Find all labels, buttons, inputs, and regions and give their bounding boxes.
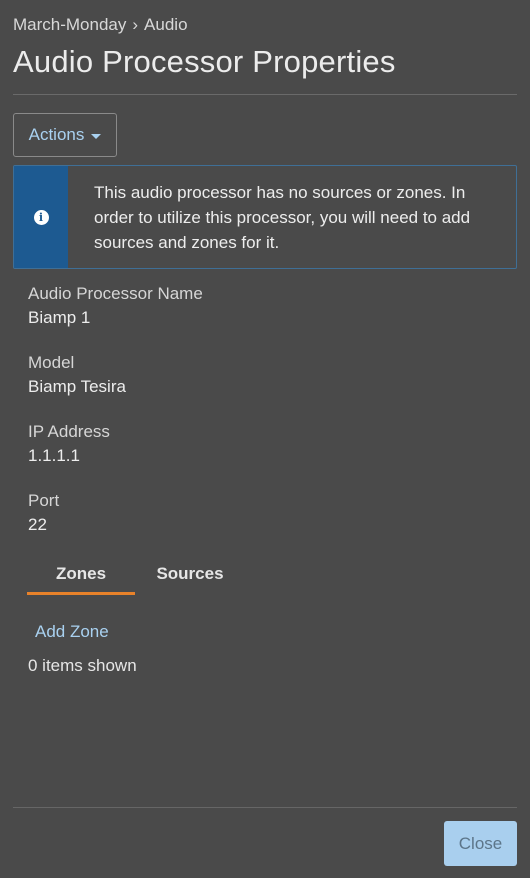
caret-down-icon bbox=[91, 133, 102, 139]
header-divider bbox=[13, 94, 517, 95]
field-audio-processor-name: Audio Processor Name Biamp 1 bbox=[28, 283, 203, 329]
tab-sources[interactable]: Sources bbox=[135, 560, 245, 595]
breadcrumb-item-parent[interactable]: March-Monday bbox=[13, 15, 126, 34]
field-value: Biamp Tesira bbox=[28, 377, 126, 396]
field-port: Port 22 bbox=[28, 490, 59, 536]
breadcrumb-item-current[interactable]: Audio bbox=[144, 15, 187, 34]
field-label: Audio Processor Name bbox=[28, 284, 203, 303]
field-label: IP Address bbox=[28, 422, 110, 441]
field-value: 22 bbox=[28, 515, 47, 534]
info-alert: i This audio processor has no sources or… bbox=[13, 165, 517, 269]
info-icon: i bbox=[33, 209, 49, 225]
tab-zones[interactable]: Zones bbox=[27, 560, 135, 595]
items-count: 0 items shown bbox=[28, 656, 137, 675]
page-title: Audio Processor Properties bbox=[13, 44, 396, 79]
field-ip-address: IP Address 1.1.1.1 bbox=[28, 421, 110, 467]
actions-button-label: Actions bbox=[28, 125, 85, 144]
field-model: Model Biamp Tesira bbox=[28, 352, 126, 398]
alert-message: This audio processor has no sources or z… bbox=[94, 183, 471, 252]
breadcrumb: March-Monday › Audio bbox=[13, 14, 188, 36]
close-button[interactable]: Close bbox=[444, 821, 517, 866]
field-value: 1.1.1.1 bbox=[28, 446, 80, 465]
field-label: Port bbox=[28, 491, 60, 510]
actions-dropdown-button[interactable]: Actions bbox=[13, 113, 117, 157]
alert-icon-panel: i bbox=[14, 166, 68, 268]
field-label: Model bbox=[28, 353, 75, 372]
breadcrumb-separator: › bbox=[132, 15, 139, 34]
footer-divider bbox=[13, 807, 517, 808]
add-zone-link[interactable]: Add Zone bbox=[35, 621, 109, 643]
field-value: Biamp 1 bbox=[28, 308, 91, 327]
tab-bar: Zones Sources bbox=[27, 560, 245, 595]
